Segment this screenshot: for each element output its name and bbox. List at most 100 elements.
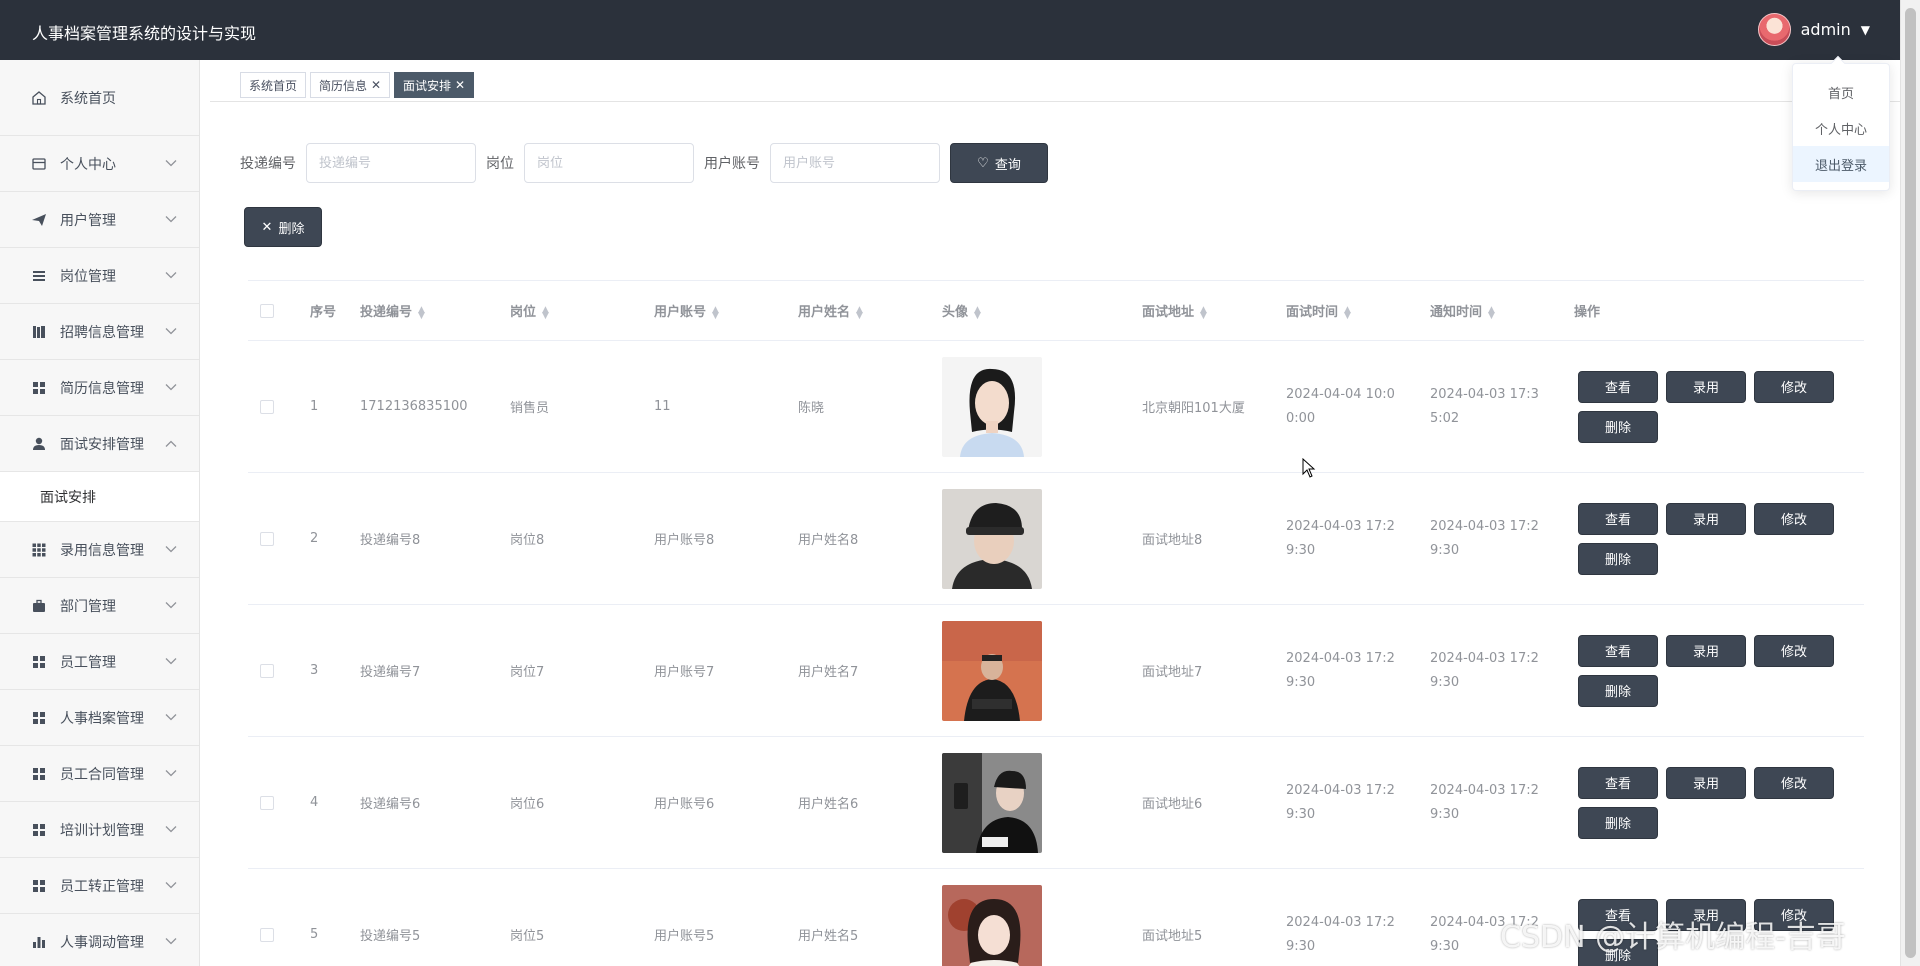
edit-button[interactable]: 修改 <box>1754 766 1834 799</box>
hire-button[interactable]: 录用 <box>1666 634 1746 667</box>
edit-button[interactable]: 修改 <box>1754 634 1834 667</box>
edit-button[interactable]: 修改 <box>1754 502 1834 535</box>
caret-down-icon[interactable]: ▼ <box>1861 23 1870 37</box>
menu-home[interactable]: 首页 <box>1793 74 1889 110</box>
tab-resume-info[interactable]: 简历信息 ✕ <box>310 72 391 98</box>
sidebar-item-7[interactable]: 录用信息管理 <box>0 522 199 578</box>
delete-button[interactable]: 删除 <box>1578 410 1658 443</box>
index-cell: 3 <box>310 663 319 678</box>
user-avatar[interactable] <box>1757 13 1791 46</box>
sidebar-subitem-interview[interactable]: 面试安排 <box>0 472 199 522</box>
page-scrollbar[interactable] <box>1900 0 1920 966</box>
home-icon <box>30 89 48 107</box>
chevron-down-icon <box>165 599 177 612</box>
delete-button-label: 删除 <box>278 221 305 237</box>
column-header[interactable]: 面试时间 ▲ ▼ <box>1286 301 1351 320</box>
address-cell: 面试地址8 <box>1142 533 1203 548</box>
row-checkbox[interactable] <box>260 531 274 546</box>
sort-icon[interactable]: ▲ ▼ <box>712 305 719 320</box>
query-button[interactable]: ♡ 查询 <box>950 143 1048 183</box>
notice-time-cell: 2024-04-03 17:29:30 <box>1430 782 1539 822</box>
row-actions: 查看 录用 修改删除 <box>1578 634 1834 707</box>
index-cell: 1 <box>310 399 319 414</box>
tab-interview-schedule[interactable]: 面试安排 ✕ <box>394 72 475 98</box>
column-header[interactable]: 头像 ▲ ▼ <box>942 301 981 320</box>
view-button[interactable]: 查看 <box>1578 502 1658 535</box>
query-button-label: 查询 <box>994 157 1021 173</box>
sidebar-item-14[interactable]: 人事调动管理 <box>0 914 199 966</box>
applicant-photo <box>942 356 1042 457</box>
batch-delete-button[interactable]: ✕ 删除 <box>244 207 322 247</box>
hire-button[interactable]: 录用 <box>1666 370 1746 403</box>
close-icon[interactable]: ✕ <box>371 78 381 92</box>
applicant-photo <box>942 488 1042 589</box>
view-button[interactable]: 查看 <box>1578 370 1658 403</box>
sidebar-item-12[interactable]: 培训计划管理 <box>0 802 199 858</box>
name-cell: 用户姓名8 <box>798 533 859 548</box>
column-header[interactable]: 用户账号 ▲ ▼ <box>654 301 719 320</box>
column-header[interactable]: 用户姓名 ▲ ▼ <box>798 301 863 320</box>
sort-icon[interactable]: ▲ ▼ <box>856 305 863 320</box>
column-header[interactable]: 面试地址 ▲ ▼ <box>1142 301 1207 320</box>
sidebar-item-5[interactable]: 简历信息管理 <box>0 360 199 416</box>
sidebar-item-label: 员工合同管理 <box>60 766 144 783</box>
sidebar-item-9[interactable]: 员工管理 <box>0 634 199 690</box>
delivery-no-cell: 投递编号8 <box>360 533 421 548</box>
sort-icon[interactable]: ▲ ▼ <box>1488 305 1495 320</box>
sidebar-item-4[interactable]: 招聘信息管理 <box>0 304 199 360</box>
table-row: 2 投递编号8 岗位8 用户账号8 用户姓名8 面试地址8 2024-04-03 17:29… <box>248 473 1864 605</box>
post-input[interactable] <box>524 143 694 183</box>
column-header-label: 通知时间 <box>1430 305 1483 320</box>
delivery-no-cell: 投递编号6 <box>360 797 421 812</box>
user-menu-trigger[interactable]: admin ▼ <box>1757 13 1870 46</box>
column-header[interactable]: 投递编号 ▲ ▼ <box>360 301 425 320</box>
sidebar-item-8[interactable]: 部门管理 <box>0 578 199 634</box>
view-button[interactable]: 查看 <box>1578 634 1658 667</box>
name-cell: 用户姓名7 <box>798 665 859 680</box>
interview-time-cell: 2024-04-04 10:00:00 <box>1286 386 1395 426</box>
sidebar-item-13[interactable]: 员工转正管理 <box>0 858 199 914</box>
sort-icon[interactable]: ▲ ▼ <box>1344 305 1351 320</box>
sidebar-item-2[interactable]: 用户管理 <box>0 192 199 248</box>
sidebar-item-label: 人事调动管理 <box>60 934 144 951</box>
row-checkbox[interactable] <box>260 399 274 414</box>
sort-icon[interactable]: ▲ ▼ <box>542 305 549 320</box>
delivery-no-input[interactable] <box>306 143 476 183</box>
sidebar-item-1[interactable]: 个人中心 <box>0 136 199 192</box>
hire-button[interactable]: 录用 <box>1666 502 1746 535</box>
post-cell: 岗位7 <box>510 665 545 680</box>
sidebar-item-10[interactable]: 人事档案管理 <box>0 690 199 746</box>
menu-profile[interactable]: 个人中心 <box>1793 110 1889 146</box>
sort-icon[interactable]: ▲ ▼ <box>418 305 425 320</box>
row-checkbox[interactable] <box>260 795 274 810</box>
sidebar-item-3[interactable]: 岗位管理 <box>0 248 199 304</box>
sort-icon[interactable]: ▲ ▼ <box>1200 305 1207 320</box>
delete-button[interactable]: 删除 <box>1578 806 1658 839</box>
column-header-label: 用户账号 <box>654 305 707 320</box>
sidebar-item-label: 系统首页 <box>60 90 116 107</box>
sidebar-item-6[interactable]: 面试安排管理 <box>0 416 199 472</box>
username[interactable]: admin <box>1801 20 1851 39</box>
tab-home[interactable]: 系统首页 <box>240 72 307 98</box>
sort-icon[interactable]: ▲ ▼ <box>974 305 981 320</box>
scrollbar-thumb[interactable] <box>1905 8 1916 958</box>
row-actions: 查看 录用 修改删除 <box>1578 766 1834 839</box>
notice-time-cell: 2024-04-03 17:35:02 <box>1430 386 1539 426</box>
interview-time-cell: 2024-04-03 17:29:30 <box>1286 518 1395 558</box>
column-header[interactable]: 通知时间 ▲ ▼ <box>1430 301 1495 320</box>
view-button[interactable]: 查看 <box>1578 766 1658 799</box>
sidebar-item-0[interactable]: 系统首页 <box>0 60 199 136</box>
table-row: 1 1712136835100 销售员 11 陈晓 北京朝阳101大厦 2024-04-04… <box>248 341 1864 473</box>
row-checkbox[interactable] <box>260 927 274 942</box>
hire-button[interactable]: 录用 <box>1666 766 1746 799</box>
account-input[interactable] <box>770 143 940 183</box>
column-header[interactable]: 岗位 ▲ ▼ <box>510 301 549 320</box>
sidebar-item-11[interactable]: 员工合同管理 <box>0 746 199 802</box>
delete-button[interactable]: 删除 <box>1578 542 1658 575</box>
delete-button[interactable]: 删除 <box>1578 674 1658 707</box>
close-icon[interactable]: ✕ <box>455 78 465 92</box>
select-all-checkbox[interactable] <box>260 303 274 318</box>
row-checkbox[interactable] <box>260 663 274 678</box>
menu-logout[interactable]: 退出登录 <box>1793 146 1889 182</box>
edit-button[interactable]: 修改 <box>1754 370 1834 403</box>
